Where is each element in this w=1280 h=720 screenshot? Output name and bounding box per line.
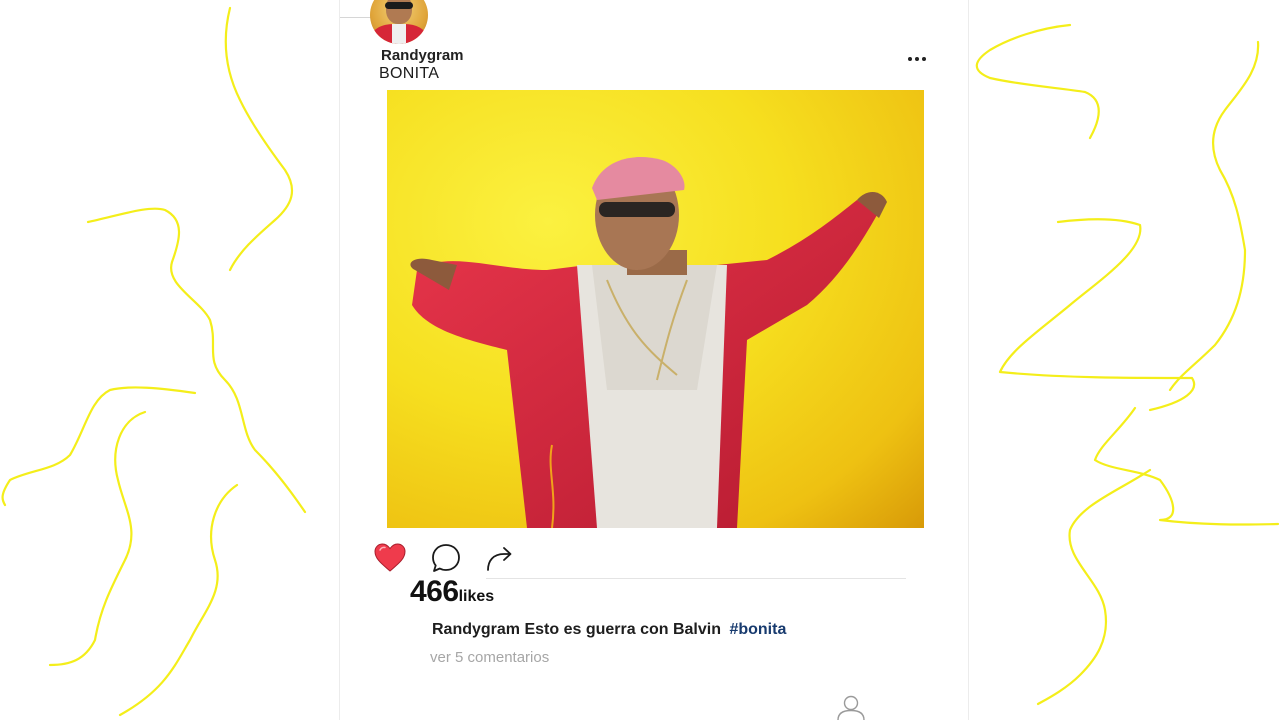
likes-count[interactable]: 466likes <box>410 575 494 611</box>
doodle-left-middle <box>86 207 307 514</box>
post-caption: Randygram Esto es guerra con Balvin #bon… <box>432 621 786 639</box>
caption-text: Esto es guerra con Balvin <box>524 621 721 638</box>
doodle-left-bottom <box>48 410 147 667</box>
doodle-left-top <box>224 6 294 272</box>
doodle-right-top <box>975 23 1100 140</box>
doodle-left-bottom-2 <box>118 483 239 717</box>
doodle-right-tall <box>1168 40 1260 392</box>
doodle-left-lower <box>1 386 197 507</box>
post-username[interactable]: Randygram <box>381 47 464 64</box>
doodle-right-z <box>998 218 1196 412</box>
doodle-right-bottom <box>1036 468 1152 706</box>
post-image[interactable] <box>387 90 924 528</box>
doodle-right-lower <box>1093 406 1280 526</box>
avatar[interactable] <box>370 0 428 44</box>
person-icon[interactable] <box>833 693 869 720</box>
likes-label: likes <box>458 588 495 605</box>
likes-number: 466 <box>410 575 459 608</box>
post-location[interactable]: BONITA <box>379 65 439 83</box>
instagram-post-card: Randygram BONITA 466likes Randygram Esto… <box>339 0 969 720</box>
share-arrow-icon[interactable] <box>482 540 518 576</box>
post-actions <box>372 540 532 576</box>
caption-hashtag[interactable]: #bonita <box>729 621 786 638</box>
caption-username[interactable]: Randygram <box>432 621 520 638</box>
comment-bubble-icon[interactable] <box>428 540 464 576</box>
view-comments-link[interactable]: ver 5 comentarios <box>430 649 549 666</box>
actions-divider <box>486 578 906 579</box>
header-divider <box>340 17 372 18</box>
more-dots-icon[interactable] <box>906 50 928 68</box>
heart-icon[interactable] <box>372 540 408 576</box>
screen: Randygram BONITA 466likes Randygram Esto… <box>0 0 1280 720</box>
